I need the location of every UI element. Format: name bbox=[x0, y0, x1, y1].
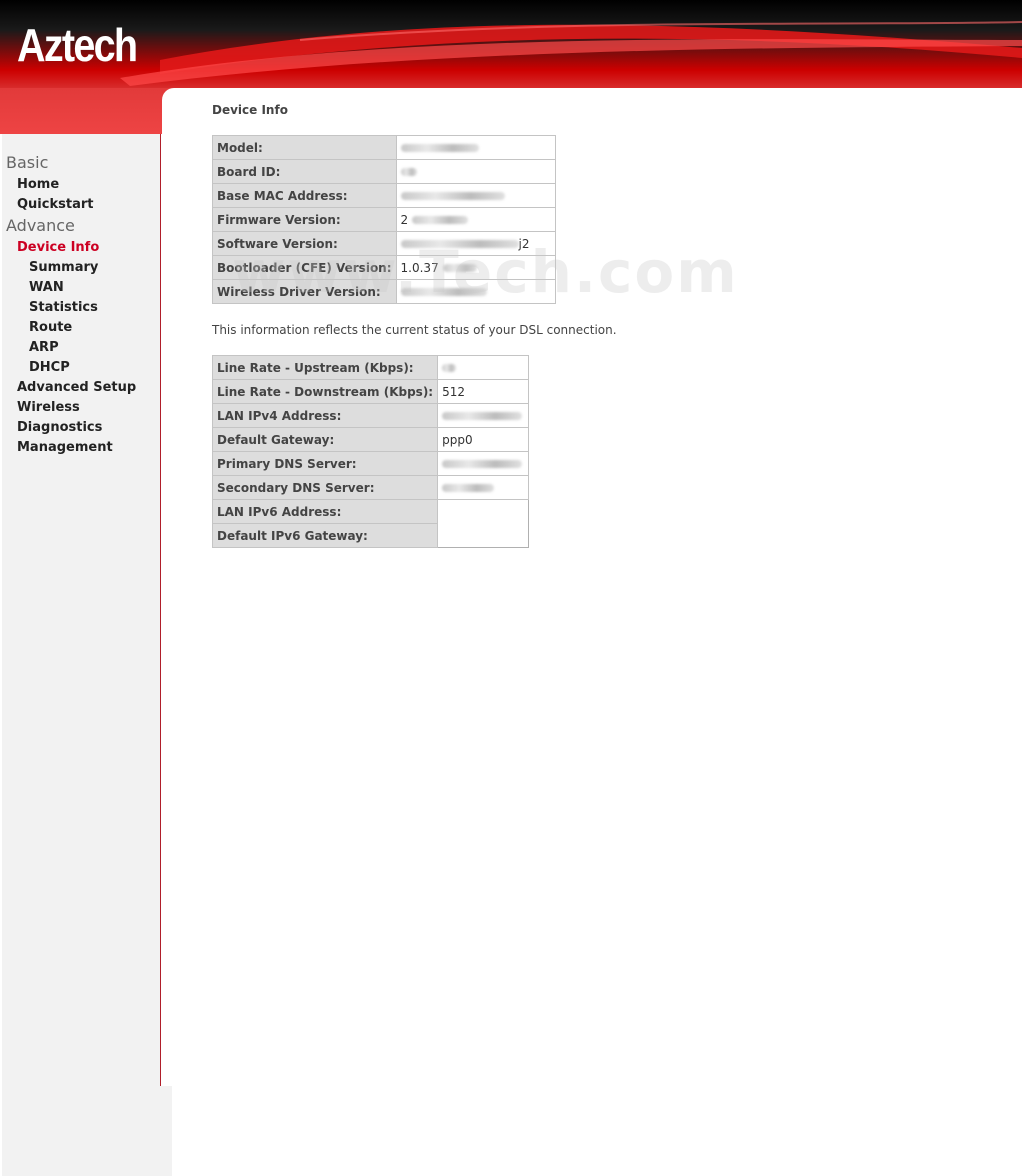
base-mac-label: Base MAC Address: bbox=[212, 183, 397, 208]
redacted-value bbox=[442, 460, 523, 468]
redacted-value bbox=[412, 216, 468, 224]
page-title: Device Info bbox=[212, 103, 288, 117]
model-value bbox=[395, 135, 556, 160]
redacted-value bbox=[400, 168, 417, 176]
primary-dns-label: Primary DNS Server: bbox=[211, 451, 439, 476]
lan-ipv6-value bbox=[437, 499, 529, 524]
software-version-label: Software Version: bbox=[212, 231, 397, 256]
dsl-status-table: Line Rate - Upstream (Kbps): Line Rate -… bbox=[211, 355, 530, 548]
nav-dhcp[interactable]: DHCP bbox=[29, 360, 70, 375]
status-note: This information reflects the current st… bbox=[212, 323, 617, 337]
redacted-value bbox=[442, 264, 477, 272]
header-banner: Aztech bbox=[0, 0, 1022, 88]
firmware-version-text: 2 bbox=[400, 212, 409, 227]
table-row: LAN IPv6 Address: bbox=[211, 499, 529, 524]
downstream-rate-value: 512 bbox=[437, 379, 530, 404]
table-row: Wireless Driver Version: bbox=[212, 279, 556, 304]
sidebar: Basic Home Quickstart Advance Device Inf… bbox=[2, 134, 161, 1086]
primary-dns-value bbox=[437, 451, 530, 476]
nav-arp[interactable]: ARP bbox=[29, 340, 59, 355]
table-row: Base MAC Address: bbox=[212, 183, 556, 208]
content-corner bbox=[162, 88, 174, 100]
secondary-dns-value bbox=[437, 475, 530, 500]
software-version-value: j2 bbox=[395, 231, 556, 256]
base-mac-value bbox=[395, 183, 556, 208]
nav-wan[interactable]: WAN bbox=[29, 280, 64, 295]
board-id-value bbox=[395, 159, 556, 184]
nav-basic[interactable]: Basic bbox=[6, 153, 48, 172]
nav-home[interactable]: Home bbox=[17, 177, 59, 192]
bootloader-version-text: 1.0.37 bbox=[400, 260, 439, 275]
nav-device-info[interactable]: Device Info bbox=[17, 240, 99, 255]
bootloader-version-label: Bootloader (CFE) Version: bbox=[212, 255, 397, 280]
firmware-version-value: 2 bbox=[395, 207, 556, 232]
table-row: Default IPv6 Gateway: bbox=[211, 523, 529, 548]
sidebar-footer bbox=[2, 1086, 172, 1176]
nav-advance[interactable]: Advance bbox=[6, 216, 75, 235]
nav-quickstart[interactable]: Quickstart bbox=[17, 197, 93, 212]
table-row: Board ID: bbox=[212, 159, 556, 184]
upstream-rate-label: Line Rate - Upstream (Kbps): bbox=[211, 355, 439, 380]
device-info-table: Model: Board ID: Base MAC Address: Firmw… bbox=[212, 135, 556, 304]
wireless-driver-label: Wireless Driver Version: bbox=[212, 279, 397, 304]
default-gateway-label: Default Gateway: bbox=[211, 427, 439, 452]
table-row: Bootloader (CFE) Version: 1.0.37 bbox=[212, 255, 556, 280]
redacted-value bbox=[442, 412, 523, 420]
default-gateway-value: ppp0 bbox=[437, 427, 530, 452]
nav-statistics[interactable]: Statistics bbox=[29, 300, 98, 315]
upstream-rate-value bbox=[437, 355, 530, 380]
table-row: Default Gateway: ppp0 bbox=[211, 427, 530, 452]
table-row: Line Rate - Downstream (Kbps): 512 bbox=[211, 379, 530, 404]
nav-summary[interactable]: Summary bbox=[29, 260, 98, 275]
table-row: Software Version: j2 bbox=[212, 231, 556, 256]
default-ipv6-gateway-value bbox=[437, 523, 529, 548]
lan-ipv6-label: LAN IPv6 Address: bbox=[211, 499, 439, 524]
table-row: LAN IPv4 Address: bbox=[211, 403, 530, 428]
redacted-value bbox=[400, 192, 505, 200]
lan-ipv4-label: LAN IPv4 Address: bbox=[211, 403, 439, 428]
bootloader-version-value: 1.0.37 bbox=[395, 255, 556, 280]
lan-ipv4-value bbox=[437, 403, 530, 428]
redacted-value bbox=[400, 240, 519, 248]
nav-wireless[interactable]: Wireless bbox=[17, 400, 80, 415]
sidebar-header-band bbox=[0, 88, 162, 134]
board-id-label: Board ID: bbox=[212, 159, 397, 184]
redacted-value bbox=[442, 484, 495, 492]
nav-advanced-setup[interactable]: Advanced Setup bbox=[17, 380, 136, 395]
model-label: Model: bbox=[212, 135, 397, 160]
redacted-value bbox=[400, 288, 487, 296]
header-wave-graphic bbox=[120, 21, 1022, 86]
table-row: Firmware Version: 2 bbox=[212, 207, 556, 232]
table-row: Model: bbox=[212, 135, 556, 160]
table-row: Secondary DNS Server: bbox=[211, 475, 530, 500]
nav-management[interactable]: Management bbox=[17, 440, 113, 455]
default-ipv6-gateway-label: Default IPv6 Gateway: bbox=[211, 523, 439, 548]
secondary-dns-label: Secondary DNS Server: bbox=[211, 475, 439, 500]
table-row: Line Rate - Upstream (Kbps): bbox=[211, 355, 530, 380]
redacted-value bbox=[442, 364, 457, 372]
firmware-version-label: Firmware Version: bbox=[212, 207, 397, 232]
table-row: Primary DNS Server: bbox=[211, 451, 530, 476]
software-version-text: j2 bbox=[518, 236, 530, 251]
nav-diagnostics[interactable]: Diagnostics bbox=[17, 420, 102, 435]
downstream-rate-label: Line Rate - Downstream (Kbps): bbox=[211, 379, 439, 404]
nav-route[interactable]: Route bbox=[29, 320, 72, 335]
wireless-driver-value bbox=[395, 279, 556, 304]
aztech-logo: Aztech bbox=[17, 19, 138, 71]
redacted-value bbox=[400, 144, 479, 152]
